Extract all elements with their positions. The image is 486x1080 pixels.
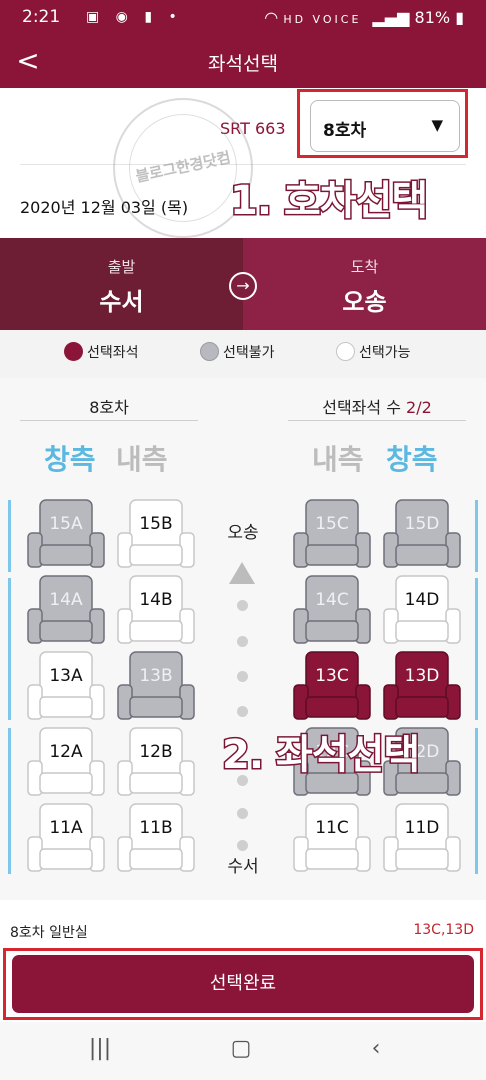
departure-label: 출발 [107, 258, 136, 276]
seat-number: 14C [315, 590, 349, 610]
direction-station-bottom: 수서 [227, 857, 259, 877]
seat-number: 15A [49, 514, 83, 534]
annotation-step1: 1. 호차선택 [228, 177, 429, 226]
side-label-window-left: 창측 [44, 443, 96, 476]
seat-12a[interactable]: 12A [26, 725, 106, 797]
side-label-aisle-left: 내측 [116, 443, 168, 476]
direction-dot [237, 600, 248, 611]
page-title: 좌석선택 [208, 53, 278, 75]
unavailable-dot-icon [200, 342, 219, 361]
window-edge [475, 578, 478, 720]
window-edge [8, 728, 11, 874]
side-label-window-right: 창측 [386, 443, 438, 476]
battery-icon: ▮ [455, 8, 464, 27]
seat-number: 15C [315, 514, 349, 534]
highlight-box-done [3, 948, 483, 1020]
seat-14b[interactable]: 14B [116, 573, 196, 645]
seat-number: 13B [139, 666, 173, 686]
car-label: 8호차 [89, 398, 129, 417]
selected-count: 선택좌석 수 2/2 [288, 394, 466, 418]
notification-icons: ▣ ◉ ▮ • [86, 9, 183, 25]
seat-number: 14D [404, 590, 440, 610]
legend-unavailable-label: 선택불가 [223, 345, 275, 361]
wifi-icon: ◠ [264, 8, 279, 27]
seat-13a[interactable]: 13A [26, 649, 106, 721]
car-info: 8호차 일반실 [10, 925, 88, 941]
available-dot-icon [336, 342, 355, 361]
direction-dot [237, 636, 248, 647]
seat-number: 12B [139, 742, 173, 762]
selected-dot-icon [64, 342, 83, 361]
car-label-underline [20, 420, 198, 421]
back-nav-icon[interactable]: ‹ [356, 1036, 396, 1066]
seat-13b[interactable]: 13B [116, 649, 196, 721]
selected-count-underline [288, 420, 466, 421]
seat-number: 13C [315, 666, 349, 686]
seat-number: 11D [404, 818, 440, 838]
seat-number: 14B [139, 590, 173, 610]
selected-count-value: 2/2 [406, 398, 432, 417]
window-edge [475, 728, 478, 874]
seat-number: 14A [49, 590, 83, 610]
arrival-label: 도착 [350, 258, 379, 276]
seat-number: 12A [49, 742, 83, 762]
recent-apps-icon[interactable]: ||| [80, 1036, 120, 1066]
seat-15a[interactable]: 15A [26, 497, 106, 569]
window-edge [475, 500, 478, 572]
annotation-step2: 2. 좌석선택 [220, 731, 421, 780]
seat-13d[interactable]: 13D [382, 649, 462, 721]
direction-dot [237, 671, 248, 682]
highlight-box-car-select [297, 89, 468, 158]
arrival-block: 도착 오송 [243, 238, 486, 330]
departure-block: 출발 수서 [0, 238, 243, 330]
seat-number: 13D [404, 666, 440, 686]
status-bar: 2:21 ▣ ◉ ▮ • ◠ HD VOICE ▂▄▆ 81% ▮ [0, 0, 486, 36]
window-edge [8, 500, 11, 572]
seat-12b[interactable]: 12B [116, 725, 196, 797]
system-nav-bar: ||| ▢ ‹ [0, 1022, 486, 1080]
selected-count-label: 선택좌석 수 [322, 398, 401, 417]
direction-station-top: 오송 [227, 523, 259, 543]
departure-station: 수서 [99, 288, 144, 316]
seat-number: 11A [49, 818, 83, 838]
seat-11d[interactable]: 11D [382, 801, 462, 873]
status-right: ◠ HD VOICE ▂▄▆ 81% ▮ [264, 8, 464, 27]
selected-seats: 13C,13D [413, 922, 474, 938]
seat-number: 11C [315, 818, 349, 838]
legend-available-label: 선택가능 [359, 345, 411, 361]
seat-13c[interactable]: 13C [292, 649, 372, 721]
seat-11c[interactable]: 11C [292, 801, 372, 873]
arrival-station: 오송 [342, 288, 387, 316]
direction-arrow-icon [229, 562, 255, 584]
network-label: HD VOICE [283, 13, 362, 26]
seat-14a[interactable]: 14A [26, 573, 106, 645]
home-icon[interactable]: ▢ [221, 1036, 261, 1066]
window-edge [8, 578, 11, 720]
seat-11b[interactable]: 11B [116, 801, 196, 873]
direction-dot [237, 706, 248, 717]
direction-dot [237, 808, 248, 819]
seat-15b[interactable]: 15B [116, 497, 196, 569]
seat-number: 15D [404, 514, 440, 534]
seat-14c[interactable]: 14C [292, 573, 372, 645]
legend-selected-label: 선택좌석 [87, 345, 139, 361]
legend-selected: 선택좌석 [64, 342, 139, 362]
seat-15c[interactable]: 15C [292, 497, 372, 569]
legend-available: 선택가능 [336, 342, 411, 362]
battery-level: 81% [414, 8, 451, 27]
seat-legend: 선택좌석 선택불가 선택가능 [0, 330, 486, 378]
seat-15d[interactable]: 15D [382, 497, 462, 569]
direction-dot [237, 840, 248, 851]
seat-number: 15B [139, 514, 173, 534]
seat-number: 11B [139, 818, 173, 838]
seat-11a[interactable]: 11A [26, 801, 106, 873]
seat-number: 13A [49, 666, 83, 686]
status-time: 2:21 [22, 7, 61, 27]
app-bar: < 좌석선택 [0, 36, 486, 88]
side-label-aisle-right: 내측 [312, 443, 364, 476]
seat-14d[interactable]: 14D [382, 573, 462, 645]
signal-icon: ▂▄▆ [372, 8, 410, 27]
arrow-right-icon: → [229, 272, 257, 300]
legend-unavailable: 선택불가 [200, 342, 275, 362]
